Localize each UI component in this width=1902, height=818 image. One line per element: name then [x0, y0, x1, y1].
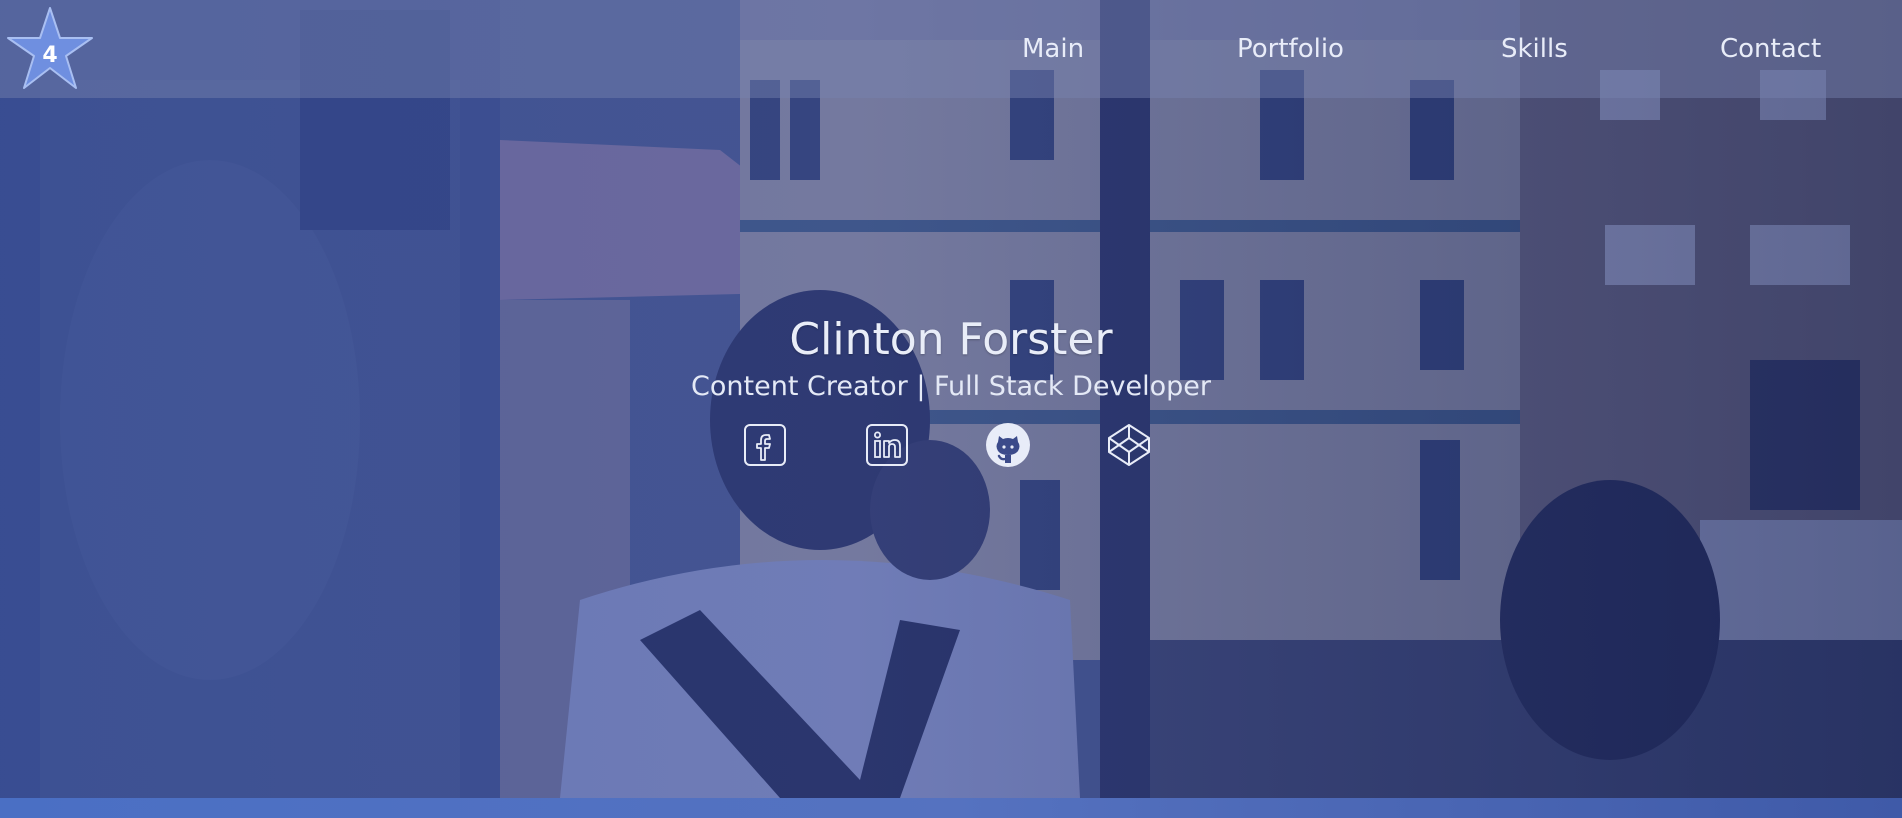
top-navbar: 4 Main Portfolio Skills Contact — [0, 0, 1902, 98]
codepen-link[interactable] — [1106, 422, 1152, 468]
codepen-icon — [1108, 424, 1150, 466]
hero-section: Clinton Forster Content Creator | Full S… — [0, 0, 1902, 798]
logo-text: 4 — [42, 43, 57, 68]
facebook-link[interactable] — [742, 422, 788, 468]
nav-link-skills[interactable]: Skills — [1501, 32, 1568, 66]
hero-title: Clinton Forster — [789, 314, 1113, 365]
next-section-edge — [0, 798, 1902, 818]
hero-subtitle: Content Creator | Full Stack Developer — [691, 371, 1211, 402]
facebook-icon — [744, 424, 786, 466]
nav-link-portfolio[interactable]: Portfolio — [1237, 32, 1344, 66]
github-link[interactable] — [985, 422, 1031, 468]
star-logo-icon: 4 — [7, 7, 93, 89]
github-icon — [986, 423, 1030, 467]
nav-link-main[interactable]: Main — [1022, 32, 1084, 66]
nav-link-contact[interactable]: Contact — [1720, 32, 1821, 66]
linkedin-link[interactable] — [864, 422, 910, 468]
logo-link[interactable]: 4 — [4, 4, 96, 96]
linkedin-icon — [866, 424, 908, 466]
